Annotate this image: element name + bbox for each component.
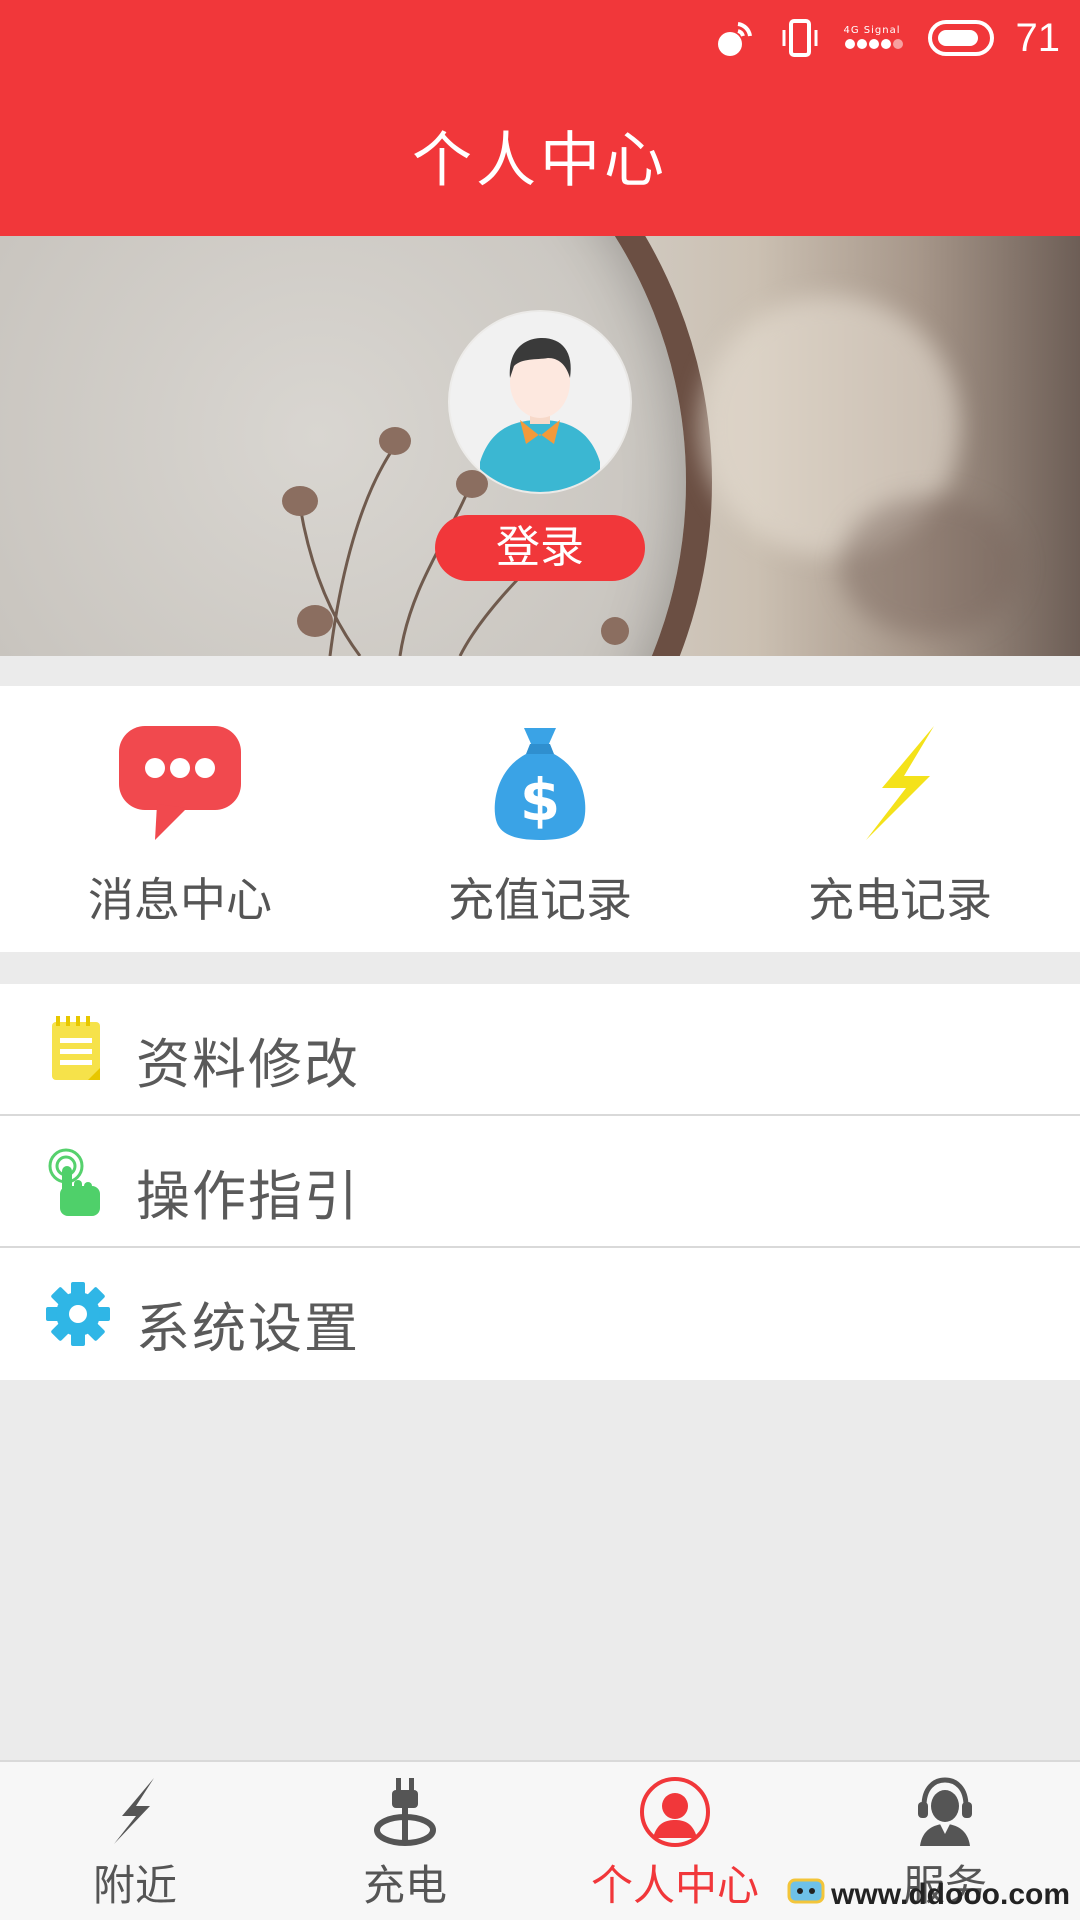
menu-item-operation-guide[interactable]: 操作指引 xyxy=(0,1116,1080,1248)
quick-action-charging-records[interactable]: 充电记录 xyxy=(720,686,1080,952)
quick-action-recharge-records[interactable]: $ 充值记录 xyxy=(360,686,720,952)
cell-signal-icon: 4G Signal xyxy=(844,26,906,50)
money-bag-icon: $ xyxy=(490,724,590,846)
tab-label: 附近 xyxy=(92,1861,177,1910)
watermark-logo-icon xyxy=(787,1876,825,1914)
tab-personal-center[interactable]: 个人中心 xyxy=(540,1762,810,1920)
watermark: www.ddooo.com xyxy=(787,1876,1070,1914)
battery-level: 71 xyxy=(1015,15,1061,60)
bottom-tab-bar: 附近 充电 个人中心 服务 www.ddooo.com xyxy=(0,1760,1080,1920)
quick-action-label: 消息中心 xyxy=(88,873,272,927)
headset-agent-icon xyxy=(912,1776,978,1850)
wifi-signal-icon xyxy=(716,18,756,58)
tab-nearby[interactable]: 附近 xyxy=(0,1762,270,1920)
tab-label: 个人中心 xyxy=(590,1861,759,1910)
svg-text:$: $ xyxy=(520,766,560,834)
quick-action-messages[interactable]: 消息中心 xyxy=(0,686,360,952)
person-icon xyxy=(639,1776,711,1852)
menu-item-system-settings[interactable]: 系统设置 xyxy=(0,1248,1080,1380)
page-title: 个人中心 xyxy=(412,126,668,196)
app-header: 4G Signal 71 个人中心 xyxy=(0,0,1080,236)
menu-item-label: 资料修改 xyxy=(136,1033,360,1096)
touch-hand-icon xyxy=(44,1148,112,1216)
settings-menu: 资料修改 操作指引 系统设置 xyxy=(0,984,1080,1380)
plug-icon xyxy=(372,1776,438,1850)
lightning-icon xyxy=(110,1776,160,1850)
menu-item-label: 操作指引 xyxy=(136,1165,360,1228)
battery-icon xyxy=(927,20,994,56)
gear-icon xyxy=(44,1280,112,1348)
quick-action-label: 充电记录 xyxy=(808,873,992,927)
quick-action-label: 充值记录 xyxy=(448,873,632,927)
tab-label: 充电 xyxy=(362,1861,447,1910)
profile-banner: 登录 xyxy=(0,236,1080,656)
menu-item-edit-profile[interactable]: 资料修改 xyxy=(0,984,1080,1116)
login-button[interactable]: 登录 xyxy=(435,515,645,581)
tab-charging[interactable]: 充电 xyxy=(270,1762,540,1920)
notepad-icon xyxy=(44,1016,112,1084)
avatar[interactable] xyxy=(450,312,630,492)
menu-item-label: 系统设置 xyxy=(136,1297,360,1360)
status-bar: 4G Signal 71 xyxy=(716,10,1061,66)
vibrate-icon xyxy=(778,18,822,58)
chat-bubble-icon xyxy=(117,724,243,846)
watermark-text: www.ddooo.com xyxy=(831,1878,1070,1911)
signal-text: 4G Signal xyxy=(843,25,901,36)
quick-actions-panel: 消息中心 $ 充值记录 充电记录 xyxy=(0,686,1080,952)
lightning-icon xyxy=(860,724,940,846)
